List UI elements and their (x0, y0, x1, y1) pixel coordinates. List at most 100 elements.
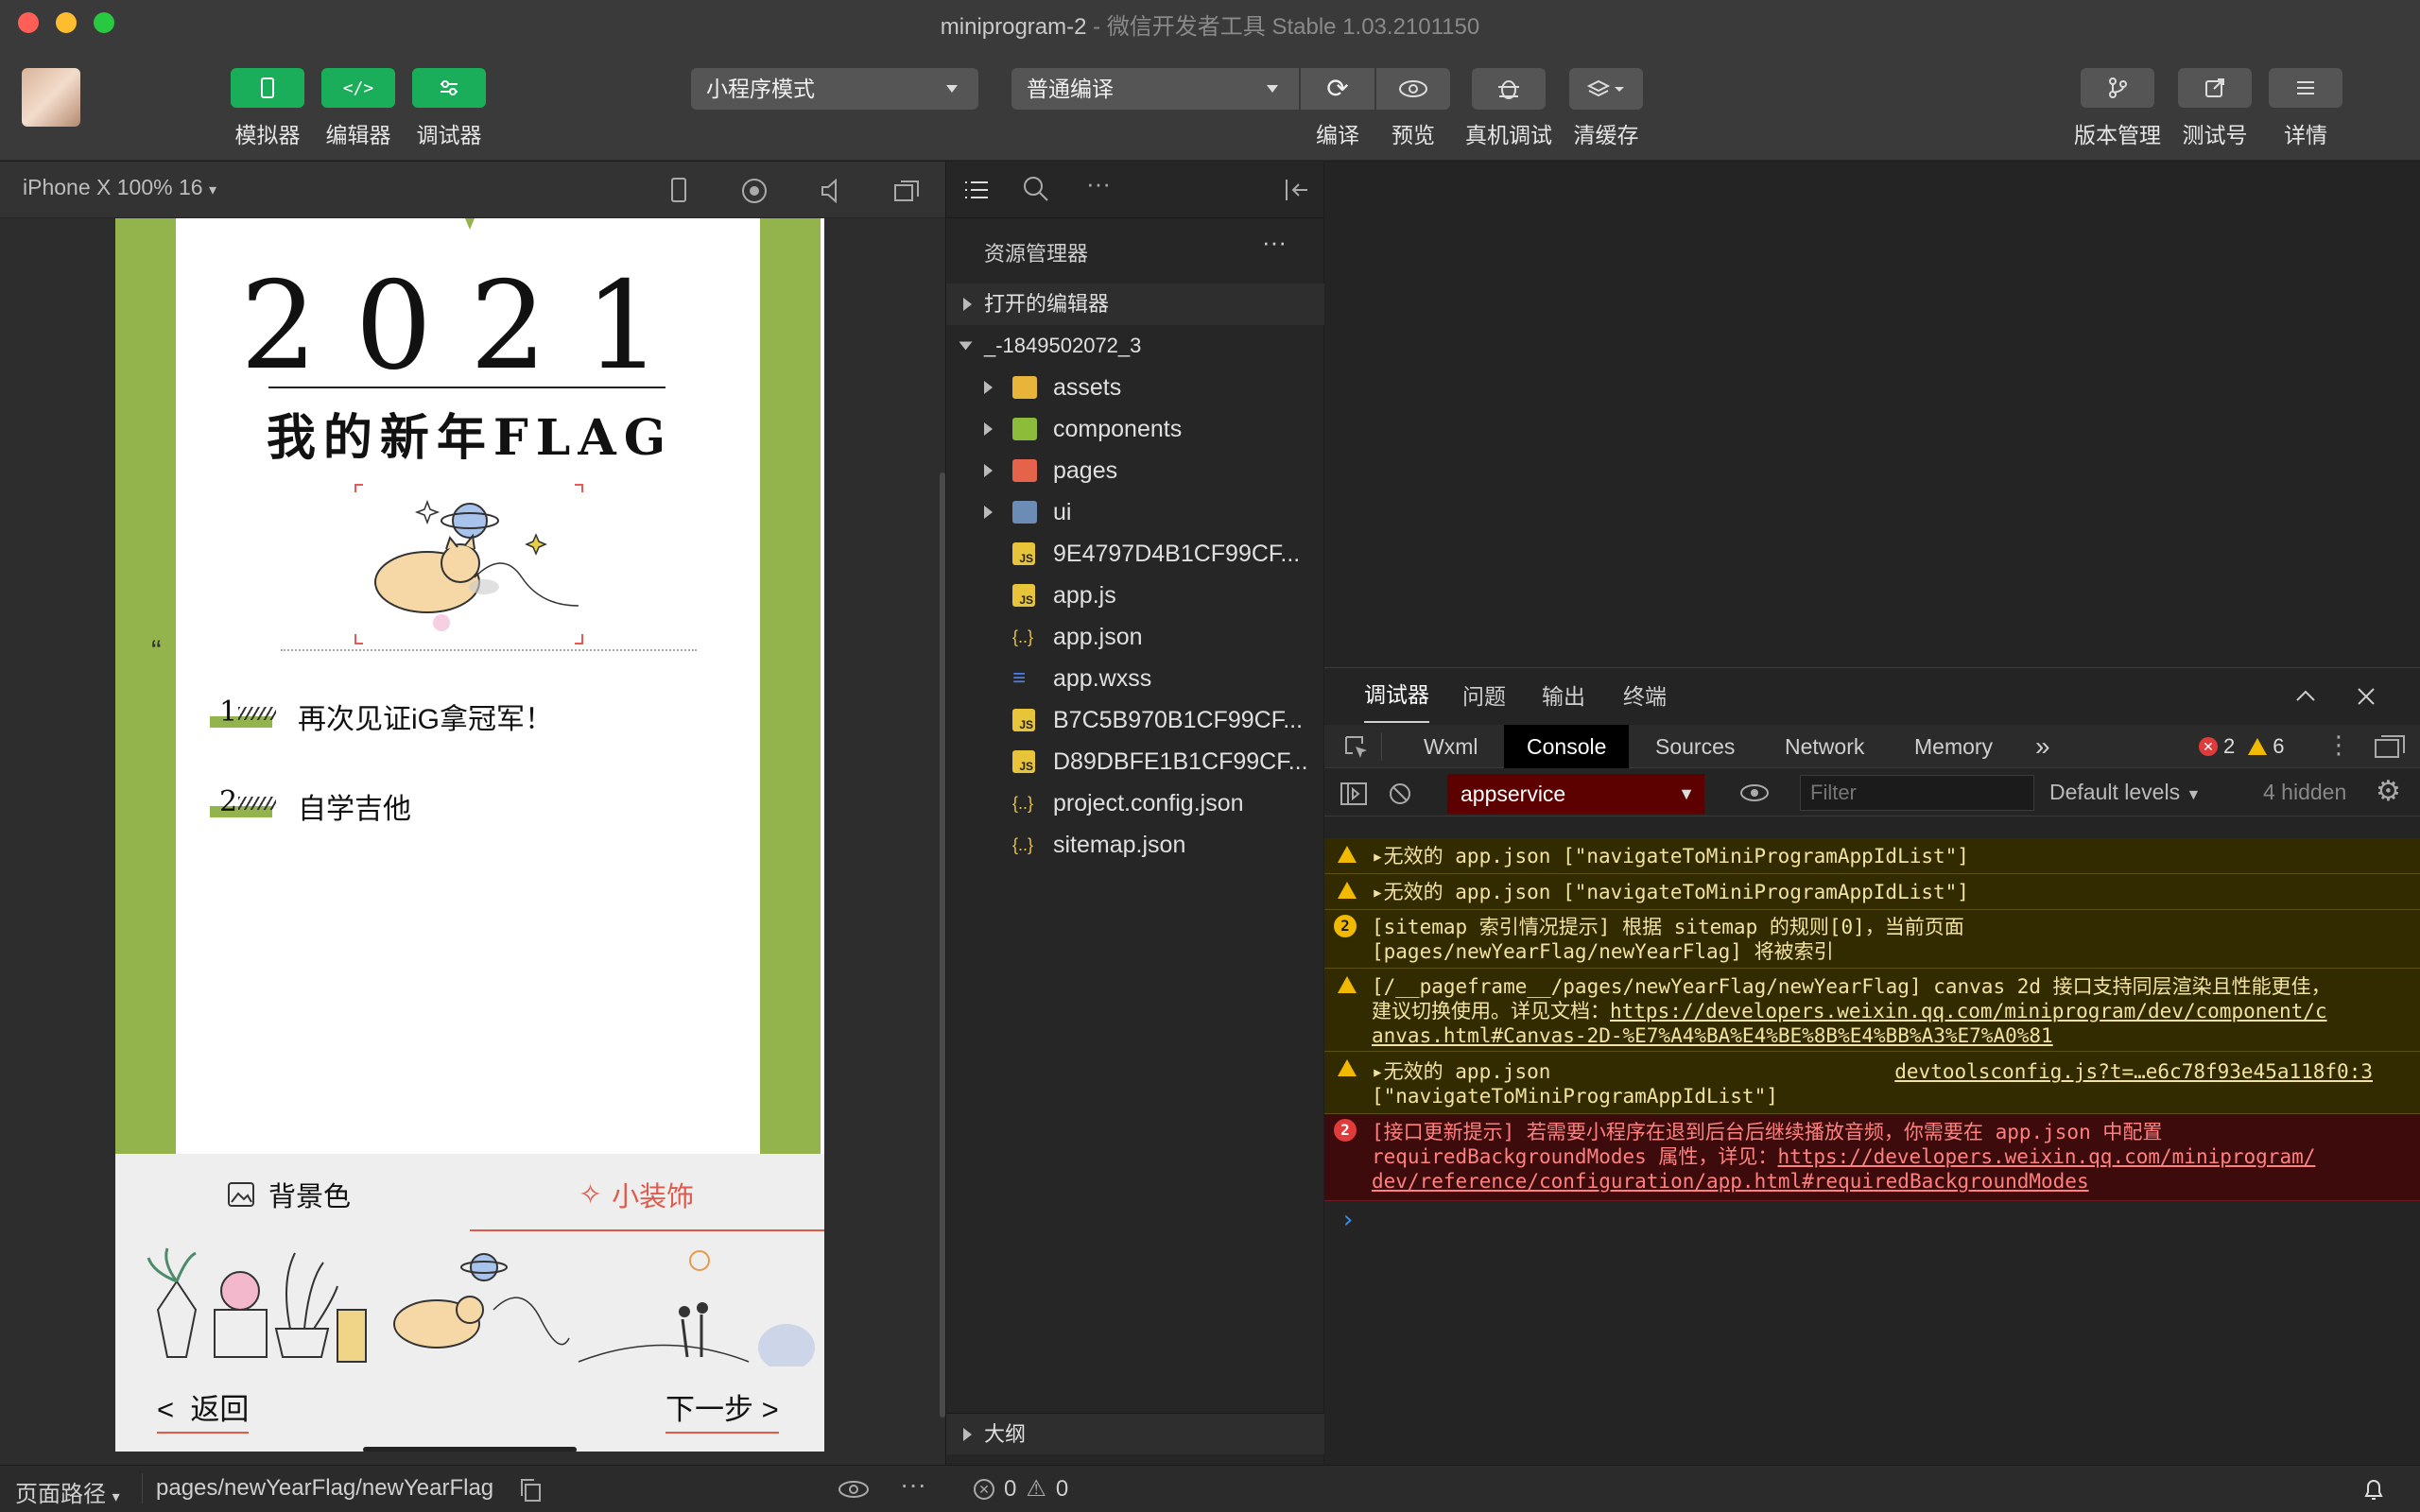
console-log-warning[interactable]: ▸无效的 app.json ["navigateToMiniProgramApp… (1324, 838, 2420, 874)
image-icon (228, 1182, 254, 1207)
console-log-warning-canvas[interactable]: [/__pageframe__/pages/newYearFlag/newYea… (1324, 969, 2420, 1052)
css-file-icon: ≡ (1012, 665, 1027, 691)
close-icon[interactable] (2355, 685, 2377, 708)
cat-sticker[interactable] (393, 1253, 570, 1349)
back-button[interactable]: < 返回 (157, 1385, 250, 1434)
file-tree-item[interactable]: JS 9E4797D4B1CF99CF... (946, 533, 1324, 575)
phone-rotate-icon[interactable] (667, 177, 690, 205)
details-button[interactable] (2269, 68, 2342, 108)
clear-cache-button[interactable] (1569, 68, 1643, 110)
search-icon[interactable] (1022, 175, 1050, 203)
tab-output[interactable]: 输出 (1542, 668, 1585, 725)
context-select[interactable]: appservice ▼ (1447, 774, 1704, 814)
simulator-toggle-button[interactable] (231, 68, 304, 108)
dock-icon[interactable] (2374, 734, 2406, 761)
project-root[interactable]: _-1849502072_3 (946, 325, 1324, 367)
file-tree-item[interactable]: JS app.js (946, 575, 1324, 616)
sidebar-toggle-icon[interactable] (1340, 781, 1368, 807)
tool-tab-memory[interactable]: Memory (1914, 725, 1993, 768)
debugger-toggle-button[interactable] (412, 68, 486, 108)
tool-tab-console[interactable]: Console (1504, 725, 1630, 768)
pig-sticker[interactable] (214, 1271, 268, 1358)
kebab-menu-icon[interactable]: ⋮ (2326, 730, 2351, 760)
tab-background-color[interactable]: 背景色 (227, 1175, 351, 1214)
docs-link[interactable]: https://developers.weixin.qq.com/minipro… (1777, 1145, 2315, 1168)
eye-icon[interactable] (1738, 782, 1771, 803)
plant-sticker[interactable] (147, 1247, 198, 1358)
more-icon[interactable]: ··· (1086, 169, 1111, 198)
explorer-more-icon[interactable]: ··· (1262, 228, 1287, 257)
tab-decorations[interactable]: ✧ 小装饰 (579, 1175, 694, 1214)
hidden-count: 4 hidden (2263, 780, 2347, 804)
docs-link-continued[interactable]: dev/reference/configuration/app.html#req… (1372, 1170, 2089, 1193)
speaker-icon[interactable] (819, 177, 845, 205)
file-tree-item[interactable]: assets (946, 367, 1324, 408)
window-detach-icon[interactable] (892, 177, 921, 205)
warning-icon (1338, 882, 1357, 899)
chevron-right-icon (963, 1428, 972, 1441)
inspect-element-icon[interactable] (1343, 734, 1370, 761)
open-editors-section[interactable]: 打开的编辑器 (946, 284, 1324, 325)
simulator-label: 模拟器 (234, 123, 301, 147)
settings-gear-icon[interactable]: ⚙ (2376, 775, 2401, 808)
console-log-error-grouped[interactable]: 2 [接口更新提示] 若需要小程序在退到后台后继续播放音频，你需要在 app.j… (1324, 1114, 2420, 1201)
test-account-button[interactable] (2178, 68, 2252, 108)
file-tree-item[interactable]: {..} sitemap.json (946, 824, 1324, 866)
avatar[interactable] (22, 68, 80, 127)
record-icon[interactable] (740, 177, 769, 205)
file-tree-item[interactable]: components (946, 408, 1324, 450)
version-control-button[interactable] (2081, 68, 2154, 108)
sun-walkers-sticker[interactable] (578, 1250, 815, 1366)
flag-item-2[interactable]: 自学吉他 (298, 785, 411, 827)
more-icon[interactable]: ··· (900, 1469, 926, 1500)
eye-icon[interactable] (837, 1479, 871, 1500)
page-path-select[interactable]: 页面路径 ▾ (15, 1475, 120, 1508)
outline-section[interactable]: 大纲 (946, 1413, 1324, 1454)
source-link[interactable]: devtoolsconfig.js?t=…e6c78f93e45a118f0:3 (1894, 1059, 2373, 1084)
next-button[interactable]: 下一步 > (666, 1385, 779, 1434)
console-log-warning[interactable]: ▸无效的 app.json devtoolsconfig.js?t=…e6c78f… (1324, 1052, 2420, 1114)
console-prompt[interactable]: › (1340, 1206, 1356, 1234)
top-toolbar: miniprogram-2 - 微信开发者工具 Stable 1.03.2101… (0, 0, 2420, 161)
file-tree-item[interactable]: {..} project.config.json (946, 782, 1324, 824)
console-log-warning-grouped[interactable]: 2 [sitemap 索引情况提示] 根据 sitemap 的规则[0]，当前页… (1324, 910, 2420, 969)
compile-button[interactable]: ⟳ (1301, 68, 1374, 110)
tab-issues[interactable]: 问题 (1462, 668, 1506, 725)
bell-icon[interactable] (2361, 1475, 2386, 1503)
preview-button[interactable] (1376, 68, 1450, 110)
console-log-warning[interactable]: ▸无效的 app.json ["navigateToMiniProgramApp… (1324, 874, 2420, 910)
collapse-panel-icon[interactable] (1283, 177, 1311, 203)
pot-sticker[interactable] (337, 1309, 367, 1363)
levels-select[interactable]: Default levels ▼ (2049, 780, 2201, 805)
more-tabs-button[interactable]: » (2035, 725, 2050, 768)
tool-tab-wxml[interactable]: Wxml (1424, 725, 1478, 768)
file-tree-item[interactable]: JS D89DBFE1B1CF99CF... (946, 741, 1324, 782)
tool-tab-sources[interactable]: Sources (1655, 725, 1735, 768)
issue-counter[interactable]: ✕ 2 6 (2199, 734, 2285, 759)
tool-tab-network[interactable]: Network (1785, 725, 1864, 768)
tab-debugger[interactable]: 调试器 (1364, 668, 1429, 723)
file-tree-item[interactable]: ui (946, 491, 1324, 533)
device-select[interactable]: iPhone X 100% 16 ▾ (23, 175, 216, 200)
docs-link-continued[interactable]: anvas.html#Canvas-2D-%E7%A4%BA%E4%BE%8B%… (1372, 1024, 2053, 1047)
flag-item-1[interactable]: 再次见证iG拿冠军！ (298, 696, 553, 737)
filter-input[interactable] (1800, 775, 2034, 811)
chevron-down-icon (959, 341, 973, 351)
mode-select[interactable]: 小程序模式 (691, 68, 978, 110)
editor-toggle-button[interactable]: </> (321, 68, 395, 108)
problems-counter[interactable]: ✕ 0 ⚠ 0 (974, 1475, 1068, 1503)
chevron-up-icon[interactable] (2294, 687, 2317, 706)
file-tree-item[interactable]: {..} app.json (946, 616, 1324, 658)
tab-terminal[interactable]: 终端 (1623, 668, 1667, 725)
snake-plant-sticker[interactable] (274, 1252, 338, 1358)
list-icon[interactable] (963, 177, 990, 203)
copy-icon[interactable] (518, 1477, 543, 1503)
remote-debug-button[interactable] (1472, 68, 1546, 110)
clear-console-icon[interactable] (1387, 781, 1413, 807)
file-tree-item[interactable]: JS B7C5B970B1CF99CF... (946, 699, 1324, 741)
docs-link[interactable]: https://developers.weixin.qq.com/minipro… (1610, 1000, 2327, 1022)
compile-select[interactable]: 普通编译 (1011, 68, 1299, 110)
file-tree-item[interactable]: pages (946, 450, 1324, 491)
js-file-icon: JS (1012, 542, 1035, 565)
file-tree-item[interactable]: ≡ app.wxss (946, 658, 1324, 699)
